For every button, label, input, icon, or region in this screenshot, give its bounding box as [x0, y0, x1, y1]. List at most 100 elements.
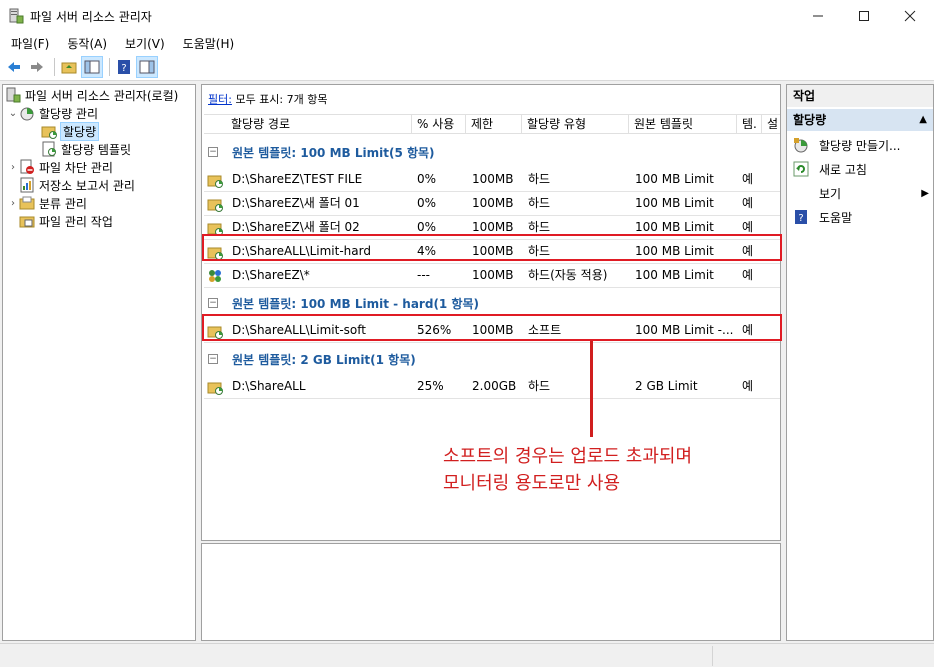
- tree-item-storage-reports[interactable]: 저장소 보고서 관리: [7, 176, 135, 194]
- table-row[interactable]: D:\ShareALL\Limit-soft 526% 100MB 소프트 100 MB…: [204, 319, 780, 343]
- group-header[interactable]: − 원본 템플릿: 100 MB Limit - hard(1 항목): [208, 293, 479, 313]
- cell-used: 0%: [417, 172, 437, 186]
- cell-match: 예: [742, 379, 754, 393]
- cell-path: D:\ShareALL: [232, 379, 306, 393]
- forward-arrow-icon: [31, 62, 43, 72]
- cell-match: 예: [742, 172, 754, 186]
- group-title: 원본 템플릿: 100 MB Limit - hard(1 항목): [232, 296, 480, 311]
- collapse-chevron-icon[interactable]: ⌄: [7, 108, 19, 119]
- action-label: 새로 고침: [819, 162, 867, 177]
- close-icon: [904, 10, 916, 22]
- show-action-pane-button[interactable]: [136, 56, 158, 78]
- close-button[interactable]: [887, 0, 933, 32]
- console-tree-icon: [84, 60, 100, 74]
- maximize-button[interactable]: [841, 0, 887, 32]
- up-folder-button[interactable]: [59, 57, 79, 77]
- annotation-text: 소프트의 경우는 업로드 초과되며 모니터링 용도로만 사용: [443, 443, 692, 497]
- action-view[interactable]: 보기 ▶: [793, 183, 929, 203]
- collapse-group-icon[interactable]: −: [208, 298, 218, 308]
- file-task-icon: [19, 216, 35, 228]
- quota-management-icon: [20, 107, 34, 121]
- table-row[interactable]: D:\ShareEZ\* --- 100MB 하드(자동 적용) 100 MB Limi…: [204, 264, 780, 288]
- tree-label: 분류 관리: [39, 196, 87, 211]
- details-pane: [201, 543, 781, 641]
- cell-limit: 100MB: [472, 244, 514, 258]
- table-row[interactable]: D:\ShareALL\Limit-hard 4% 100MB 하드 100 MB Li…: [204, 240, 780, 264]
- action-refresh[interactable]: 새로 고침: [793, 159, 867, 179]
- col-header-used[interactable]: % 사용: [412, 115, 466, 134]
- table-row[interactable]: D:\ShareEZ\TEST FILE 0% 100MB 하드 100 MB Limi…: [204, 168, 780, 192]
- action-section-quotas[interactable]: 할당량 ▲: [787, 109, 933, 131]
- action-label: 보기: [819, 186, 842, 201]
- collapse-up-icon[interactable]: ▲: [919, 109, 927, 131]
- cell-template: 100 MB Limit: [635, 196, 714, 210]
- cell-type: 하드: [528, 196, 551, 210]
- table-row[interactable]: D:\ShareEZ\새 폴더 02 0% 100MB 하드 100 MB Limit 예: [204, 216, 780, 240]
- tree-label: 파일 차단 관리: [39, 160, 113, 175]
- action-pane-icon: [139, 60, 155, 74]
- annotation-connector-line: [590, 341, 593, 437]
- cell-limit: 100MB: [472, 220, 514, 234]
- file-screen-icon: [20, 159, 34, 174]
- tree-label: 할당량 템플릿: [61, 142, 132, 157]
- auto-apply-quota-icon: [209, 270, 221, 282]
- group-title: 원본 템플릿: 100 MB Limit(5 항목): [232, 145, 435, 160]
- quota-folder-icon: [207, 223, 223, 236]
- table-row[interactable]: D:\ShareEZ\새 폴더 01 0% 100MB 하드 100 MB Limit 예: [204, 192, 780, 216]
- action-label: 할당량 만들기...: [819, 138, 901, 153]
- menu-file[interactable]: 파일(F): [4, 35, 56, 52]
- expand-chevron-icon[interactable]: ›: [7, 198, 19, 209]
- cell-used: ---: [417, 268, 430, 282]
- col-header-source-template[interactable]: 원본 템플릿: [629, 115, 737, 134]
- group-header[interactable]: − 원본 템플릿: 2 GB Limit(1 항목): [208, 349, 416, 369]
- tree-item-file-management-tasks[interactable]: 파일 관리 작업: [7, 212, 113, 230]
- cell-type: 하드: [528, 379, 551, 393]
- tree-item-quota-management[interactable]: ⌄ 할당량 관리: [7, 104, 98, 122]
- expand-chevron-icon[interactable]: ›: [7, 162, 19, 173]
- quota-folder-icon: [207, 199, 223, 212]
- create-quota-icon: [794, 138, 808, 153]
- show-hide-tree-button[interactable]: [81, 56, 103, 78]
- tree-item-quotas[interactable]: 할당량: [41, 121, 100, 141]
- collapse-group-icon[interactable]: −: [208, 354, 218, 364]
- forward-button[interactable]: [27, 57, 47, 77]
- help-button[interactable]: ?: [114, 57, 134, 77]
- tree-item-classification[interactable]: › 분류 관리: [7, 194, 87, 212]
- cell-match: 예: [742, 323, 754, 337]
- col-header-quota-type[interactable]: 할당량 유형: [522, 115, 629, 134]
- action-pane: 작업 할당량 ▲ 할당량 만들기... 새로 고침 보기 ▶ ? 도움말: [786, 84, 934, 641]
- back-button[interactable]: [4, 57, 24, 77]
- action-help[interactable]: ? 도움말: [793, 207, 852, 227]
- cell-limit: 100MB: [472, 323, 514, 337]
- tree-label: 파일 서버 리소스 관리자(로컬): [25, 88, 179, 103]
- cell-match: 예: [742, 244, 754, 258]
- maximize-icon: [859, 11, 869, 21]
- cell-path: D:\ShareALL\Limit-hard: [232, 244, 371, 258]
- filter-link[interactable]: 필터:: [208, 93, 232, 106]
- menu-bar: 파일(F) 동작(A) 보기(V) 도움말(H): [0, 32, 934, 54]
- group-title: 원본 템플릿: 2 GB Limit(1 항목): [232, 352, 416, 367]
- menu-view[interactable]: 보기(V): [118, 35, 172, 52]
- tree-item-file-screening[interactable]: › 파일 차단 관리: [7, 158, 113, 176]
- col-header-matches-template[interactable]: 템.: [737, 115, 762, 134]
- filter-text: 모두 표시: 7개 항목: [235, 93, 328, 106]
- tree-item-root[interactable]: 파일 서버 리소스 관리자(로컬): [5, 86, 178, 104]
- quota-folder-icon: [207, 382, 223, 395]
- col-header-path[interactable]: 할당량 경로: [204, 115, 412, 134]
- minimize-button[interactable]: [795, 0, 841, 32]
- title-bar: 파일 서버 리소스 관리자: [0, 0, 934, 32]
- action-section-title: 할당량: [793, 113, 827, 127]
- console-tree: 파일 서버 리소스 관리자(로컬) ⌄ 할당량 관리 할당량 할당량 템플릿 ›…: [2, 84, 196, 641]
- group-header[interactable]: − 원본 템플릿: 100 MB Limit(5 항목): [208, 142, 435, 162]
- menu-help[interactable]: 도움말(H): [176, 35, 242, 52]
- action-create-quota[interactable]: 할당량 만들기...: [793, 135, 901, 155]
- cell-template: 100 MB Limit: [635, 268, 714, 282]
- col-header-limit[interactable]: 제한: [466, 115, 522, 134]
- menu-action[interactable]: 동작(A): [60, 35, 114, 52]
- folder-up-icon: [61, 62, 77, 74]
- tree-item-quota-templates[interactable]: 할당량 템플릿: [41, 140, 131, 158]
- col-header-description[interactable]: 설: [762, 115, 780, 134]
- collapse-group-icon[interactable]: −: [208, 147, 218, 157]
- cell-type: 소프트: [528, 323, 562, 337]
- table-row[interactable]: D:\ShareALL 25% 2.00GB 하드 2 GB Limit 예: [204, 375, 780, 399]
